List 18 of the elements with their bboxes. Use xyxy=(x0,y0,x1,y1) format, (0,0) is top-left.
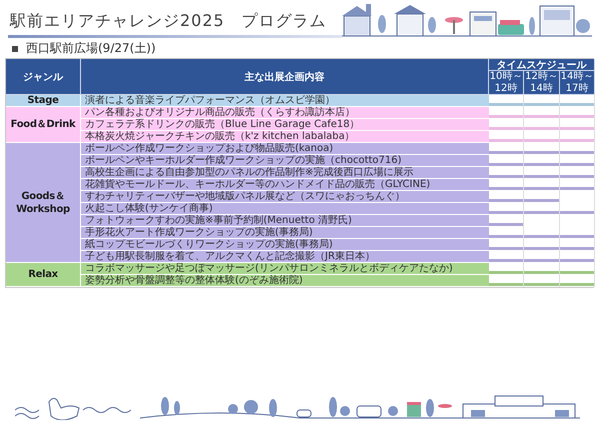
table-cell: 本格炭火焼ジャークチキンの販売（k'z kitchen labalaba） xyxy=(81,131,489,143)
table-cell: コラボマッサージや足つぼマッサージ(リンパサロンミネラルとボディケアたなか) xyxy=(81,263,489,275)
column-header: ジャンル xyxy=(6,59,81,95)
table-cell: すわチャリティーバザーや地域版パネル展など（スワにゃおっちんぐ） xyxy=(81,191,489,203)
genre-cell: Relax xyxy=(6,263,81,287)
page-title: 駅前エリアチャレンジ2025 プログラム xyxy=(8,11,328,32)
table-cell: 花雑貨やモールドール、キーホルダー等のハンドメイド品の販売（GLYCINE) xyxy=(81,179,489,191)
genre-cell: Food＆Drink xyxy=(6,107,81,143)
time-column-header: 12時～ 14時 xyxy=(524,71,560,95)
column-header: タイムスケジュール xyxy=(489,59,595,71)
genre-cell: Goods＆ Workshop xyxy=(6,143,81,263)
table-cell: カフェラテ系ドリンクの販売（Blue Line Garage Cafe18） xyxy=(81,119,489,131)
genre-cell: Stage xyxy=(6,95,81,107)
time-column-header: 14時～ 17時 xyxy=(560,71,595,95)
time-column-header: 10時～ 12時 xyxy=(489,71,524,95)
square-bullet-icon xyxy=(12,46,18,52)
column-header: 主な出展企画内容 xyxy=(81,59,489,95)
section-heading: 西口駅前広場(9/27(土)) xyxy=(26,40,156,57)
